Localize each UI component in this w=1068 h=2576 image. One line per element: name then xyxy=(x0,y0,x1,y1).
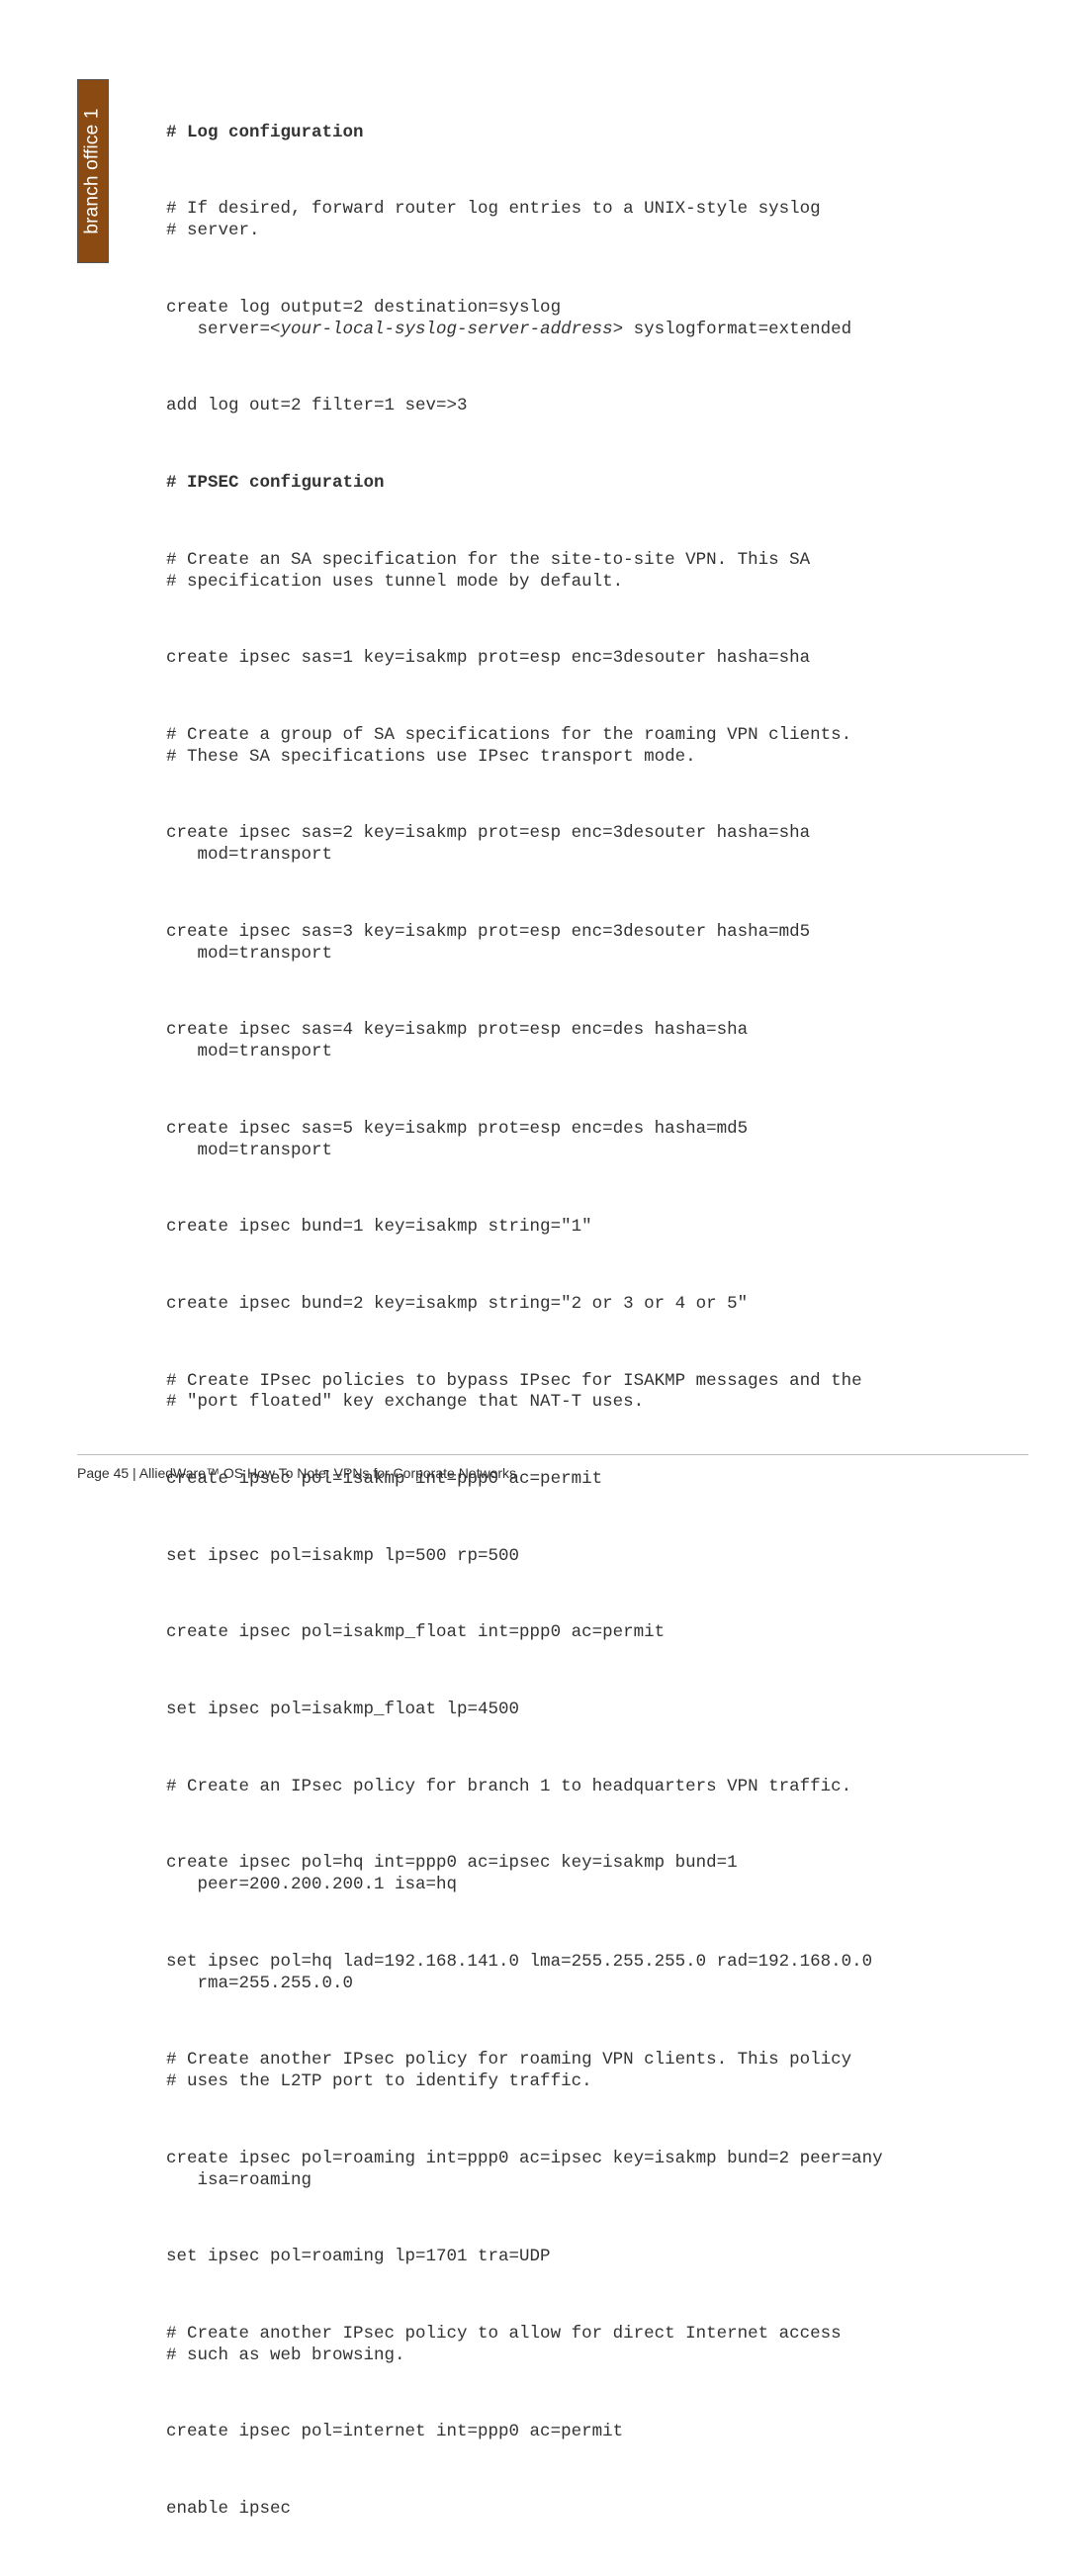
heading-ipsec-config: # IPSEC configuration xyxy=(166,473,1007,495)
heading-log-config: # Log configuration xyxy=(166,123,1007,144)
section-side-tab: branch office 1 xyxy=(77,79,109,263)
cmd: create ipsec bund=1 key=isakmp string="1… xyxy=(166,1217,1007,1239)
cmd: add log out=2 filter=1 sev=>3 xyxy=(166,396,1007,417)
comment: # Create another IPsec policy to allow f… xyxy=(166,2324,1007,2367)
cmd: set ipsec pol=isakmp lp=500 rp=500 xyxy=(166,1546,1007,1568)
comment: # If desired, forward router log entries… xyxy=(166,199,1007,242)
cmd: create ipsec pol=internet int=ppp0 ac=pe… xyxy=(166,2422,1007,2443)
footer-rule xyxy=(77,1454,1028,1455)
cmd: create ipsec sas=5 key=isakmp prot=esp e… xyxy=(166,1119,1007,1162)
cmd: create ipsec bund=2 key=isakmp string="2… xyxy=(166,1294,1007,1316)
comment: # Create a group of SA specifications fo… xyxy=(166,725,1007,769)
comment: # Create another IPsec policy for roamin… xyxy=(166,2050,1007,2093)
cmd: enable ipsec xyxy=(166,2499,1007,2521)
cmd: set ipsec pol=isakmp_float lp=4500 xyxy=(166,1700,1007,1721)
cmd: set ipsec pol=roaming lp=1701 tra=UDP xyxy=(166,2247,1007,2268)
cmd: set ipsec pol=hq lad=192.168.141.0 lma=2… xyxy=(166,1952,1007,1995)
cmd: create ipsec sas=3 key=isakmp prot=esp e… xyxy=(166,922,1007,966)
comment: # Create an SA specification for the sit… xyxy=(166,550,1007,594)
code-block: # Log configuration # If desired, forwar… xyxy=(166,79,1007,2576)
cmd: create ipsec sas=1 key=isakmp prot=esp e… xyxy=(166,648,1007,670)
comment: # Create IPsec policies to bypass IPsec … xyxy=(166,1371,1007,1415)
comment: # Create an IPsec policy for branch 1 to… xyxy=(166,1777,1007,1798)
page-footer: Page 45 | AlliedWare™ OS How To Note: VP… xyxy=(77,1465,516,1481)
cmd: create ipsec sas=2 key=isakmp prot=esp e… xyxy=(166,823,1007,867)
cmd: create ipsec pol=roaming int=ppp0 ac=ips… xyxy=(166,2149,1007,2192)
cmd: create ipsec sas=4 key=isakmp prot=esp e… xyxy=(166,1020,1007,1063)
side-tab-label: branch office 1 xyxy=(82,108,104,233)
page: branch office 1 # Log configuration # If… xyxy=(0,0,1068,1511)
cmd: create log output=2 destination=syslog s… xyxy=(166,298,1007,341)
config-content: # Log configuration # If desired, forwar… xyxy=(166,79,1007,2576)
cmd: create ipsec pol=hq int=ppp0 ac=ipsec ke… xyxy=(166,1853,1007,1896)
cmd: create ipsec pol=isakmp_float int=ppp0 a… xyxy=(166,1622,1007,1644)
